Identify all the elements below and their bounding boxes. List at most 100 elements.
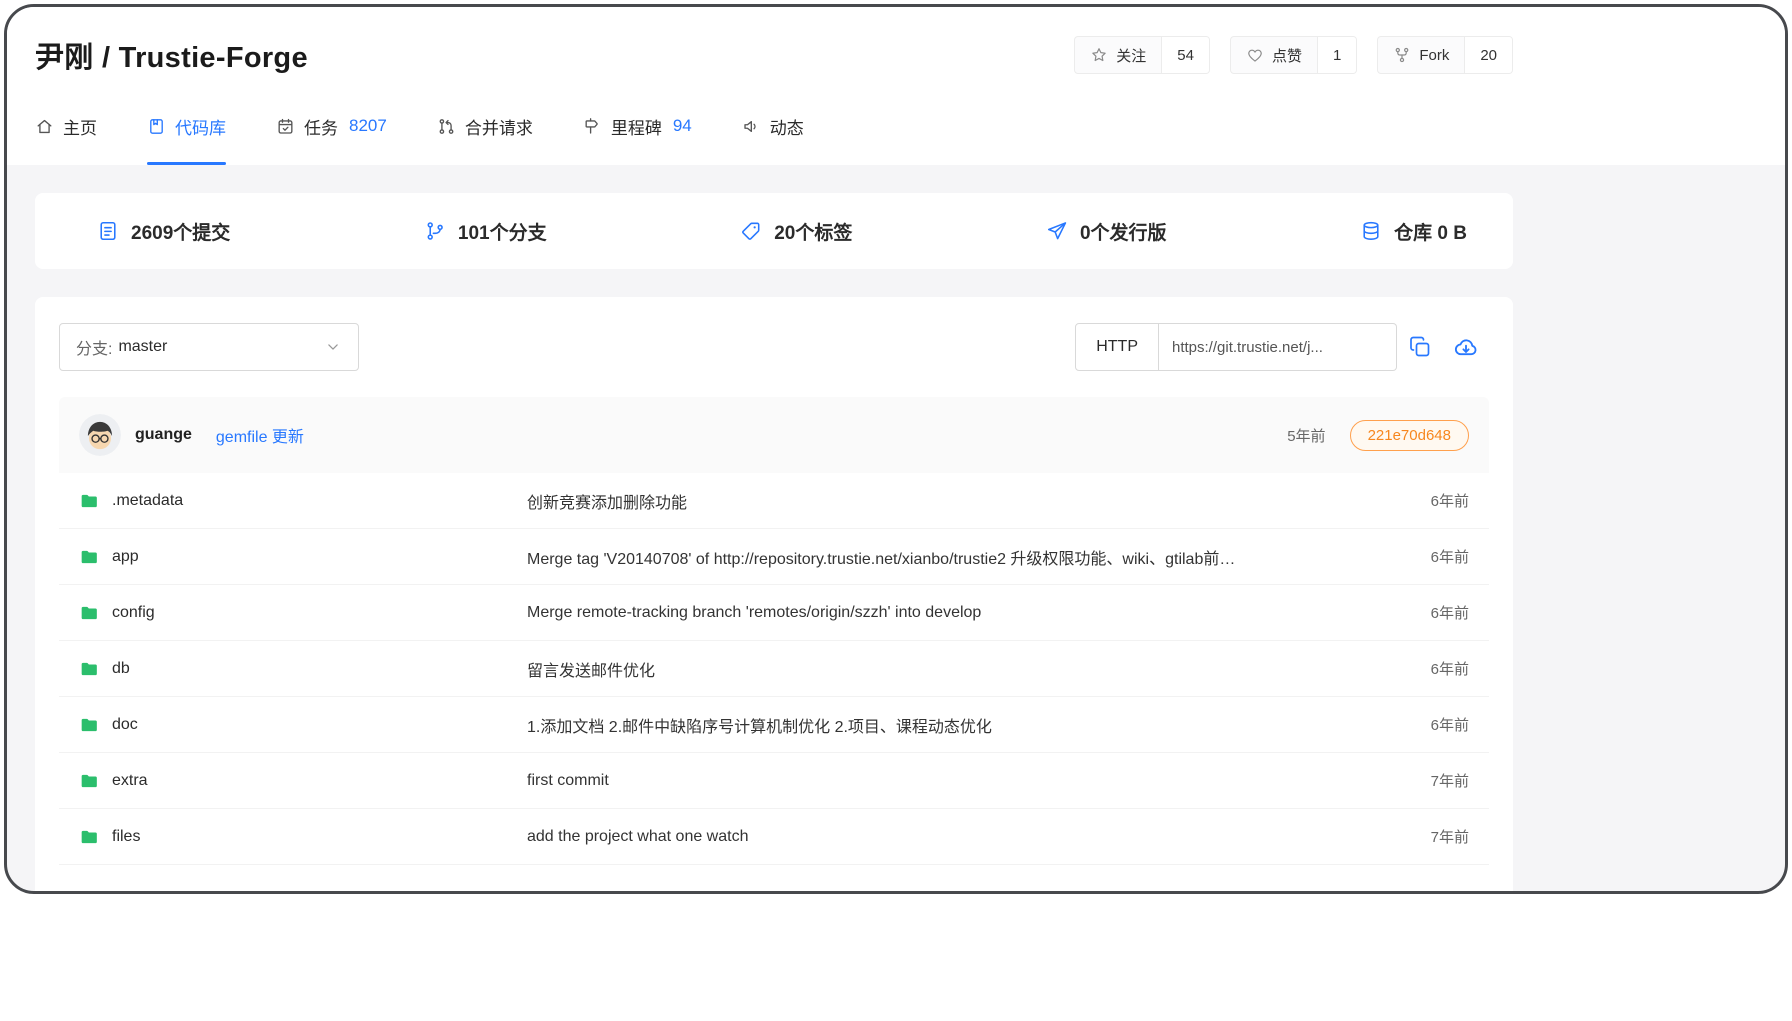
praise-count[interactable]: 1 xyxy=(1317,37,1356,73)
file-row[interactable]: db 留言发送邮件优化 6年前 xyxy=(59,641,1489,697)
commit-time: 5年前 xyxy=(1287,425,1325,446)
commit-message-link[interactable]: gemfile 更新 xyxy=(216,423,304,447)
avatar[interactable] xyxy=(79,414,121,456)
file-list: .metadata 创新竞赛添加删除功能 6年前 app Merge tag '… xyxy=(59,473,1489,865)
latest-commit-row: guange gemfile 更新 5年前 221e70d648 xyxy=(59,397,1489,473)
stat-branches-label: 101个分支 xyxy=(458,218,547,245)
file-row[interactable]: .metadata 创新竞赛添加删除功能 6年前 xyxy=(59,473,1489,529)
tab-activity-label: 动态 xyxy=(770,114,804,139)
browser-window: 尹刚 / Trustie-Forge 关注 54 xyxy=(4,4,1788,894)
tab-pulls[interactable]: 合并请求 xyxy=(437,103,533,165)
stat-tags[interactable]: 20个标签 xyxy=(740,218,852,245)
folder-icon xyxy=(79,603,99,623)
folder-icon xyxy=(79,827,99,847)
file-commit-message: 1.添加文档 2.邮件中缺陷序号计算机制优化 2.项目、课程动态优化 xyxy=(527,713,1373,737)
stat-repo-size[interactable]: 仓库 0 B xyxy=(1360,218,1467,245)
tab-issues-label: 任务 xyxy=(304,114,338,139)
watch-count[interactable]: 54 xyxy=(1161,37,1209,73)
tab-home-label: 主页 xyxy=(63,114,97,139)
file-name: config xyxy=(112,604,155,622)
branch-icon xyxy=(424,220,446,242)
file-name: app xyxy=(112,548,139,566)
stat-repo-size-label: 仓库 0 B xyxy=(1394,218,1467,245)
milestone-icon xyxy=(583,117,602,136)
release-icon xyxy=(1046,220,1068,242)
file-name: extra xyxy=(112,772,148,790)
branch-label: 分支: xyxy=(76,335,112,359)
file-row[interactable]: doc 1.添加文档 2.邮件中缺陷序号计算机制优化 2.项目、课程动态优化 6… xyxy=(59,697,1489,753)
watch-label: 关注 xyxy=(1116,45,1146,66)
file-row[interactable]: extra first commit 7年前 xyxy=(59,753,1489,809)
stat-commits-label: 2609个提交 xyxy=(131,218,230,245)
repo-tabs: 主页 代码库 任务 8207 xyxy=(35,103,1513,165)
chevron-down-icon xyxy=(324,338,342,356)
file-commit-time: 6年前 xyxy=(1373,714,1469,735)
page-title[interactable]: 尹刚 / Trustie-Forge xyxy=(35,34,308,76)
merge-request-icon xyxy=(437,117,456,136)
praise-button[interactable]: 点赞 1 xyxy=(1230,36,1357,74)
clone-url-input[interactable] xyxy=(1159,323,1397,371)
file-commit-time: 7年前 xyxy=(1373,770,1469,791)
file-name: doc xyxy=(112,716,138,734)
download-button[interactable] xyxy=(1443,323,1489,371)
tab-home[interactable]: 主页 xyxy=(35,103,97,165)
file-name: files xyxy=(112,828,140,846)
tab-milestones-label: 里程碑 xyxy=(611,114,662,139)
file-name: .metadata xyxy=(112,492,183,510)
praise-label: 点赞 xyxy=(1272,45,1302,66)
copy-url-button[interactable] xyxy=(1397,323,1443,371)
commit-hash-badge[interactable]: 221e70d648 xyxy=(1350,420,1469,451)
tab-issues[interactable]: 任务 8207 xyxy=(276,103,387,165)
file-commit-message: Merge remote-tracking branch 'remotes/or… xyxy=(527,604,1373,622)
fork-button[interactable]: Fork 20 xyxy=(1377,36,1513,74)
activity-icon xyxy=(742,117,761,136)
file-row[interactable]: app Merge tag 'V20140708' of http://repo… xyxy=(59,529,1489,585)
file-commit-message: add the project what one watch xyxy=(527,828,1373,846)
file-commit-time: 6年前 xyxy=(1373,602,1469,623)
tag-icon xyxy=(740,220,762,242)
heart-icon xyxy=(1246,46,1264,64)
tab-activity[interactable]: 动态 xyxy=(742,103,804,165)
stat-commits[interactable]: 2609个提交 xyxy=(97,218,230,245)
branch-selector[interactable]: 分支: master xyxy=(59,323,359,371)
stat-branches[interactable]: 101个分支 xyxy=(424,218,547,245)
copy-icon xyxy=(1408,335,1432,359)
home-icon xyxy=(35,117,54,136)
file-name: db xyxy=(112,660,130,678)
repo-icon xyxy=(147,117,166,136)
file-commit-time: 6年前 xyxy=(1373,546,1469,567)
fork-icon xyxy=(1393,46,1411,64)
file-commit-message: 创新竞赛添加删除功能 xyxy=(527,489,1373,513)
fork-count[interactable]: 20 xyxy=(1464,37,1512,73)
file-commit-message: Merge tag 'V20140708' of http://reposito… xyxy=(527,545,1373,569)
protocol-button[interactable]: HTTP xyxy=(1075,323,1159,371)
stat-releases[interactable]: 0个发行版 xyxy=(1046,218,1167,245)
file-commit-time: 7年前 xyxy=(1373,826,1469,847)
file-row[interactable]: files add the project what one watch 7年前 xyxy=(59,809,1489,865)
file-commit-time: 6年前 xyxy=(1373,658,1469,679)
folder-icon xyxy=(79,659,99,679)
tab-milestones[interactable]: 里程碑 94 xyxy=(583,103,692,165)
file-row[interactable]: config Merge remote-tracking branch 'rem… xyxy=(59,585,1489,641)
task-icon xyxy=(276,117,295,136)
database-icon xyxy=(1360,220,1382,242)
folder-icon xyxy=(79,491,99,511)
tab-pulls-label: 合并请求 xyxy=(465,114,533,139)
file-browser-toolbar: 分支: master HTTP xyxy=(59,323,1489,371)
stat-tags-label: 20个标签 xyxy=(774,218,852,245)
file-commit-message: first commit xyxy=(527,772,1373,790)
tab-code-label: 代码库 xyxy=(175,114,226,139)
file-browser-card: 分支: master HTTP xyxy=(35,297,1513,894)
tab-issues-count: 8207 xyxy=(349,116,387,136)
cloud-download-icon xyxy=(1453,334,1479,360)
stat-releases-label: 0个发行版 xyxy=(1080,218,1167,245)
tab-code[interactable]: 代码库 xyxy=(147,103,226,165)
tab-milestones-count: 94 xyxy=(673,116,692,136)
commit-author[interactable]: guange xyxy=(135,426,192,444)
repo-header: 尹刚 / Trustie-Forge 关注 54 xyxy=(7,7,1785,165)
repo-body: 2609个提交 101个分支 20个标签 xyxy=(7,165,1785,894)
header-actions: 关注 54 点赞 1 xyxy=(1074,36,1513,74)
repo-stats-bar: 2609个提交 101个分支 20个标签 xyxy=(35,193,1513,269)
watch-button[interactable]: 关注 54 xyxy=(1074,36,1210,74)
clone-url-group: HTTP xyxy=(1075,323,1489,371)
